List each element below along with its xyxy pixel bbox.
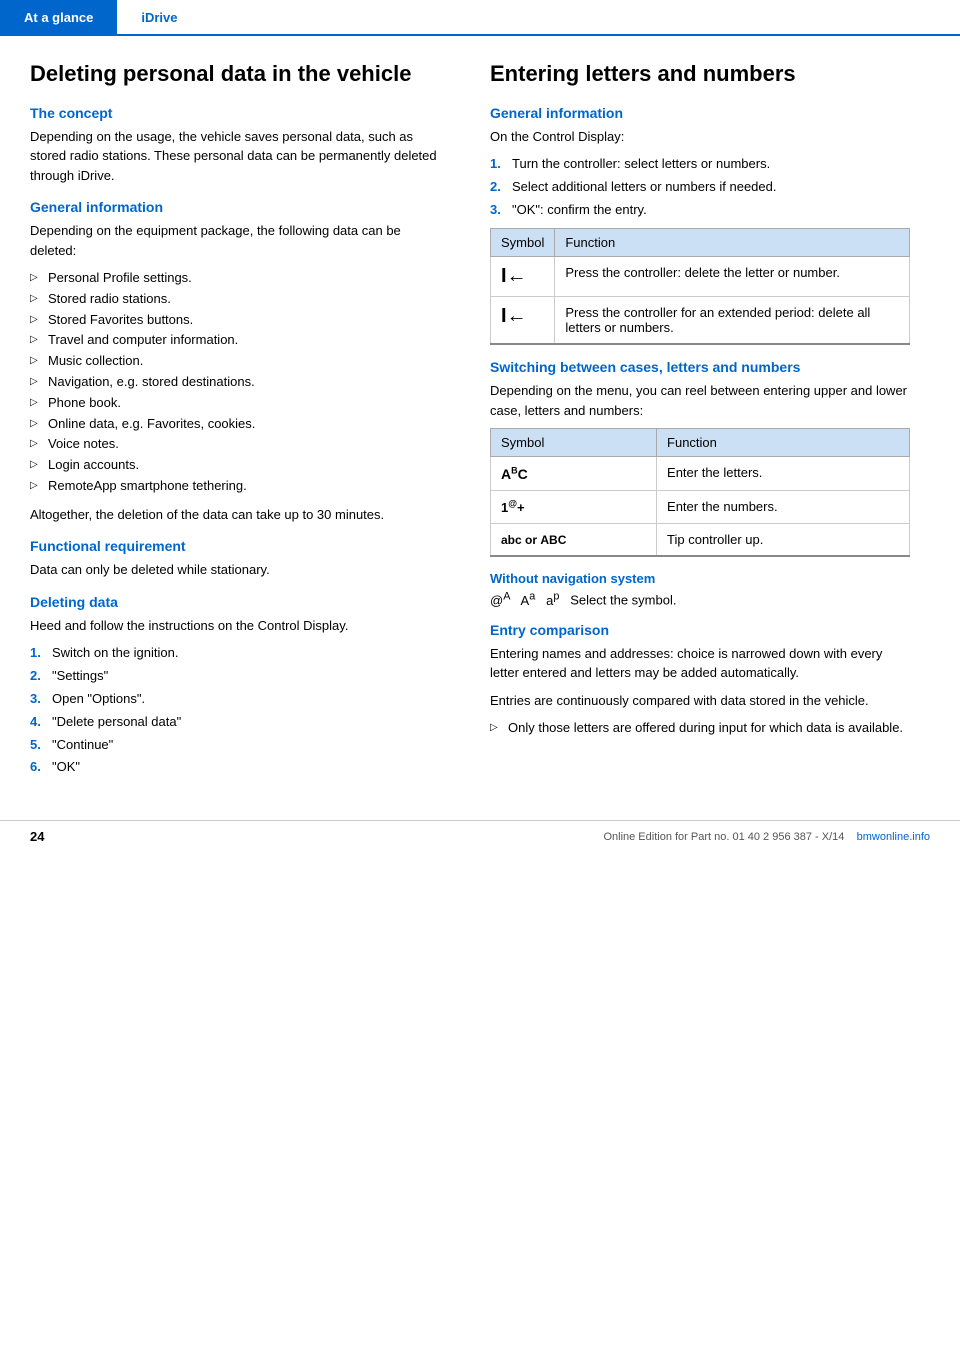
left-main-title: Deleting personal data in the vehicle [30, 60, 450, 89]
table2-col2: Function [657, 429, 910, 457]
right-main-title: Entering letters and numbers [490, 60, 910, 89]
symbol-numbers: 1@+ [491, 491, 657, 524]
nav-tab-idrive[interactable]: iDrive [117, 0, 201, 34]
altogether-text: Altogether, the deletion of the data can… [30, 505, 450, 525]
list-item: 4. "Delete personal data" [30, 712, 450, 733]
list-item: 2. "Settings" [30, 666, 450, 687]
steps-list-right: 1. Turn the controller: select letters o… [490, 154, 910, 220]
switching-text: Depending on the menu, you can reel betw… [490, 381, 910, 420]
deleting-data-text: Heed and follow the instructions on the … [30, 616, 450, 636]
nav-tab-label-1: At a glance [24, 10, 93, 25]
general-info-text-left: Depending on the equipment package, the … [30, 221, 450, 260]
function-numbers: Enter the numbers. [657, 491, 910, 524]
list-item: Navigation, e.g. stored destinations. [30, 372, 450, 393]
page-number: 24 [30, 829, 44, 844]
list-item: Stored radio stations. [30, 289, 450, 310]
list-item: 6. "OK" [30, 757, 450, 778]
table-row: ABC Enter the letters. [491, 457, 910, 491]
function-delete-2: Press the controller for an extended per… [555, 297, 910, 345]
steps-list-left: 1. Switch on the ignition. 2. "Settings"… [30, 643, 450, 778]
top-navigation: At a glance iDrive [0, 0, 960, 36]
footer-logo: bmwonline.info [857, 831, 930, 843]
list-item: Login accounts. [30, 455, 450, 476]
symbol-abc: ABC [491, 457, 657, 491]
entry-comparison-text2: Entries are continuously compared with d… [490, 691, 910, 711]
entry-bullet-list: Only those letters are offered during in… [490, 718, 910, 739]
bullet-list: Personal Profile settings. Stored radio … [30, 268, 450, 497]
list-item: Phone book. [30, 393, 450, 414]
table-row: I← Press the controller: delete the lett… [491, 257, 910, 297]
function-letters: Enter the letters. [657, 457, 910, 491]
list-item: 1. Turn the controller: select letters o… [490, 154, 910, 175]
entry-comparison-text1: Entering names and addresses: choice is … [490, 644, 910, 683]
footer-text: Online Edition for Part no. 01 40 2 956 … [603, 831, 930, 843]
list-item: Only those letters are offered during in… [490, 718, 910, 739]
list-item: 2. Select additional letters or numbers … [490, 177, 910, 198]
general-info-title-right: General information [490, 105, 910, 121]
list-item: Stored Favorites buttons. [30, 310, 450, 331]
list-item: 3. "OK": confirm the entry. [490, 200, 910, 221]
function-case: Tip controller up. [657, 524, 910, 557]
table-row: 1@+ Enter the numbers. [491, 491, 910, 524]
function-delete-1: Press the controller: delete the letter … [555, 257, 910, 297]
list-item: 1. Switch on the ignition. [30, 643, 450, 664]
symbol-delete-1: I← [491, 257, 555, 297]
nav-tab-label-2: iDrive [141, 10, 177, 25]
control-display-text: On the Control Display: [490, 127, 910, 147]
functional-req-title: Functional requirement [30, 538, 450, 554]
deleting-data-title: Deleting data [30, 594, 450, 610]
table1-col2: Function [555, 229, 910, 257]
entry-comparison-title: Entry comparison [490, 622, 910, 638]
list-item: RemoteApp smartphone tethering. [30, 476, 450, 497]
table-row: I← Press the controller for an extended … [491, 297, 910, 345]
nav-tab-at-a-glance[interactable]: At a glance [0, 0, 117, 34]
table-row: abc or ABC Tip controller up. [491, 524, 910, 557]
without-nav-symbols: @A Aa ap Select the symbol. [490, 590, 910, 607]
concept-title: The concept [30, 105, 450, 121]
footer: 24 Online Edition for Part no. 01 40 2 9… [0, 820, 960, 852]
list-item: Online data, e.g. Favorites, cookies. [30, 414, 450, 435]
list-item: Travel and computer information. [30, 330, 450, 351]
functional-req-text: Data can only be deleted while stationar… [30, 560, 450, 580]
left-column: Deleting personal data in the vehicle Th… [30, 60, 450, 786]
list-item: 3. Open "Options". [30, 689, 450, 710]
symbol-case: abc or ABC [491, 524, 657, 557]
concept-text: Depending on the usage, the vehicle save… [30, 127, 450, 186]
list-item: Personal Profile settings. [30, 268, 450, 289]
switching-title: Switching between cases, letters and num… [490, 359, 910, 375]
general-info-title-left: General information [30, 199, 450, 215]
symbol-table-1: Symbol Function I← Press the controller:… [490, 228, 910, 345]
table1-col1: Symbol [491, 229, 555, 257]
symbol-table-2: Symbol Function ABC Enter the letters. 1… [490, 428, 910, 557]
without-nav-title: Without navigation system [490, 571, 910, 586]
main-content: Deleting personal data in the vehicle Th… [0, 36, 960, 810]
list-item: 5. "Continue" [30, 735, 450, 756]
table2-col1: Symbol [491, 429, 657, 457]
list-item: Music collection. [30, 351, 450, 372]
list-item: Voice notes. [30, 434, 450, 455]
symbol-delete-2: I← [491, 297, 555, 345]
right-column: Entering letters and numbers General inf… [490, 60, 910, 786]
